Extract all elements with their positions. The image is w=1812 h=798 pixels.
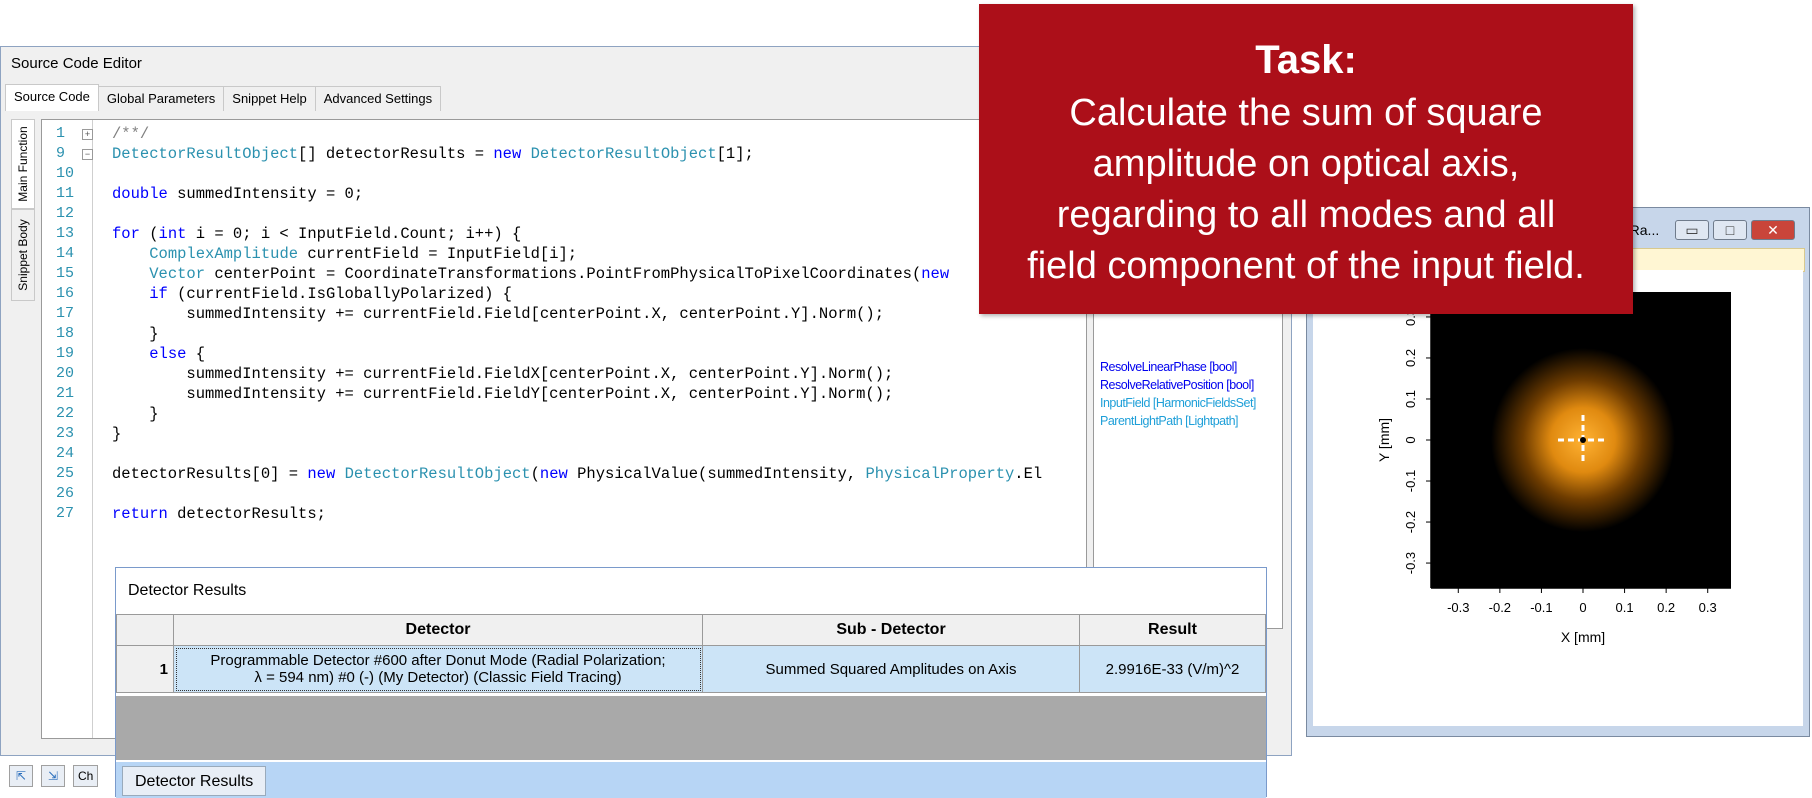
line-number: 19 xyxy=(56,345,75,362)
line-number: 22 xyxy=(56,405,75,422)
import-icon[interactable]: ⇱ xyxy=(9,765,33,787)
detector-cell[interactable]: Programmable Detector #600 after Donut M… xyxy=(173,645,703,693)
maximize-icon[interactable]: □ xyxy=(1713,220,1747,240)
task-line: field component of the input field. xyxy=(1027,245,1585,287)
x-tick-label: 0.3 xyxy=(1699,600,1717,615)
snippet-item[interactable]: ResolveLinearPhase [bool] xyxy=(1100,360,1237,374)
y-tick-label: 0.1 xyxy=(1403,390,1418,408)
x-tick-label: -0.3 xyxy=(1447,600,1469,615)
results-empty-area xyxy=(116,696,1266,760)
code-line: return detectorResults; xyxy=(112,505,326,523)
line-number: 10 xyxy=(56,165,75,182)
tab-detector-results[interactable]: Detector Results xyxy=(122,766,267,796)
code-line: if (currentField.IsGloballyPolarized) { xyxy=(149,285,512,303)
code-line: ComplexAmplitude currentField = InputFie… xyxy=(149,245,578,263)
side-tab-strip: Main Function Snippet Body xyxy=(11,119,35,359)
code-line: for (int i = 0; i < InputField.Count; i+… xyxy=(112,225,522,243)
code-line: } xyxy=(112,325,159,343)
x-tick-label: -0.2 xyxy=(1489,600,1511,615)
column-header-sub-detector[interactable]: Sub - Detector xyxy=(702,614,1080,646)
task-line: Calculate the sum of square xyxy=(1069,92,1543,134)
y-tick-label: -0.3 xyxy=(1403,552,1418,574)
task-line: regarding to all modes and all xyxy=(1056,194,1556,236)
code-line: else { xyxy=(149,345,206,363)
result-cell[interactable]: 2.9916E-33 (V/m)^2 xyxy=(1079,645,1266,693)
line-number: 23 xyxy=(56,425,75,442)
line-number: 25 xyxy=(56,465,75,482)
code-line: Vector centerPoint = CoordinateTransform… xyxy=(149,265,950,283)
code-line: summedIntensity += currentField.FieldY[c… xyxy=(112,385,894,403)
code-line: } xyxy=(112,425,122,443)
y-tick-label: 0 xyxy=(1403,436,1418,443)
code-line: double summedIntensity = 0; xyxy=(112,185,364,203)
code-line: } xyxy=(112,405,159,423)
line-number: 20 xyxy=(56,365,75,382)
line-number: 13 xyxy=(56,225,75,242)
task-callout: Task: Calculate the sum of square amplit… xyxy=(979,4,1633,314)
column-header-detector[interactable]: Detector xyxy=(173,614,703,646)
tab-global-parameters[interactable]: Global Parameters xyxy=(97,86,225,111)
window-title: Source Code Editor xyxy=(11,55,142,72)
tab-advanced-settings[interactable]: Advanced Settings xyxy=(314,86,442,111)
field-plot: -0.3 -0.2 -0.1 0 0.1 0.2 0.3 0.30.20.10-0.1-0.… xyxy=(1376,292,1731,645)
snippet-item[interactable]: ParentLightPath [Lightpath] xyxy=(1100,414,1239,428)
code-line: DetectorResultObject[] detectorResults =… xyxy=(112,145,754,163)
snippet-item[interactable]: ResolveRelativePosition [bool] xyxy=(1100,378,1254,392)
x-tick-label: -0.1 xyxy=(1530,600,1552,615)
results-title: Detector Results xyxy=(128,582,247,599)
export-icon[interactable]: ⇲ xyxy=(41,765,65,787)
line-number: 24 xyxy=(56,445,75,462)
snippet-item[interactable]: InputField [HarmonicFieldsSet] xyxy=(1100,396,1256,410)
line-number: 12 xyxy=(56,205,75,222)
check-button[interactable]: Ch xyxy=(73,765,99,787)
task-description: Calculate the sum of square amplitude on… xyxy=(979,88,1633,292)
y-axis-label: Y [mm] xyxy=(1376,418,1392,462)
line-number: 14 xyxy=(56,245,75,262)
tab-snippet-help[interactable]: Snippet Help xyxy=(223,86,316,111)
tab-main-function[interactable]: Main Function xyxy=(11,119,35,209)
sub-detector-cell[interactable]: Summed Squared Amplitudes on Axis xyxy=(702,645,1080,693)
y-tick-label: -0.1 xyxy=(1403,470,1418,492)
line-number: 26 xyxy=(56,485,75,502)
code-line: summedIntensity += currentField.FieldX[c… xyxy=(112,365,894,383)
x-axis-label: X [mm] xyxy=(1561,629,1605,645)
results-tab-bar: Detector Results xyxy=(116,762,1266,798)
minimize-icon[interactable]: ▭ xyxy=(1675,220,1709,240)
fold-expand-icon[interactable]: + xyxy=(82,129,93,140)
task-line: amplitude on optical axis, xyxy=(1092,143,1520,185)
fold-collapse-icon[interactable]: − xyxy=(82,149,93,160)
code-line: summedIntensity += currentField.Field[ce… xyxy=(112,305,885,323)
code-line: /**/ xyxy=(112,125,150,143)
close-icon[interactable]: ✕ xyxy=(1751,220,1795,240)
line-number: 9 xyxy=(56,145,66,162)
y-tick-label: -0.2 xyxy=(1403,511,1418,533)
line-number: 1 xyxy=(56,125,66,142)
line-number: 21 xyxy=(56,385,75,402)
line-number: 17 xyxy=(56,305,75,322)
x-tick-label: 0 xyxy=(1579,600,1586,615)
task-title: Task: xyxy=(1255,38,1357,82)
line-number: 18 xyxy=(56,325,75,342)
results-table: Detector Sub - Detector Result 1 Program… xyxy=(116,614,1266,693)
row-index: 1 xyxy=(116,645,174,693)
detector-results-window: Detector Results Detector Sub - Detector… xyxy=(115,567,1267,798)
tab-source-code[interactable]: Source Code xyxy=(5,84,99,111)
line-number: 16 xyxy=(56,285,75,302)
y-tick-label: 0.2 xyxy=(1403,349,1418,367)
column-header-result[interactable]: Result xyxy=(1079,614,1266,646)
line-number: 27 xyxy=(56,505,75,522)
code-line: detectorResults[0] = new DetectorResultO… xyxy=(112,465,1043,483)
tab-snippet-body[interactable]: Snippet Body xyxy=(11,209,35,301)
plot-area[interactable]: -0.3 -0.2 -0.1 0 0.1 0.2 0.3 0.3 0.2 0.1 0 -0.1 -0.… xyxy=(1313,270,1803,726)
editor-tab-bar: Source Code Global Parameters Snippet Help… xyxy=(5,84,442,111)
line-number: 15 xyxy=(56,265,75,282)
x-tick-label: 0.2 xyxy=(1657,600,1675,615)
row-header-corner xyxy=(116,614,174,646)
table-row[interactable]: 1 Programmable Detector #600 after Donut… xyxy=(116,645,1266,693)
line-number: 11 xyxy=(56,185,75,202)
editor-toolbar: ⇱ ⇲ Ch xyxy=(9,765,106,791)
x-tick-label: 0.1 xyxy=(1616,600,1634,615)
